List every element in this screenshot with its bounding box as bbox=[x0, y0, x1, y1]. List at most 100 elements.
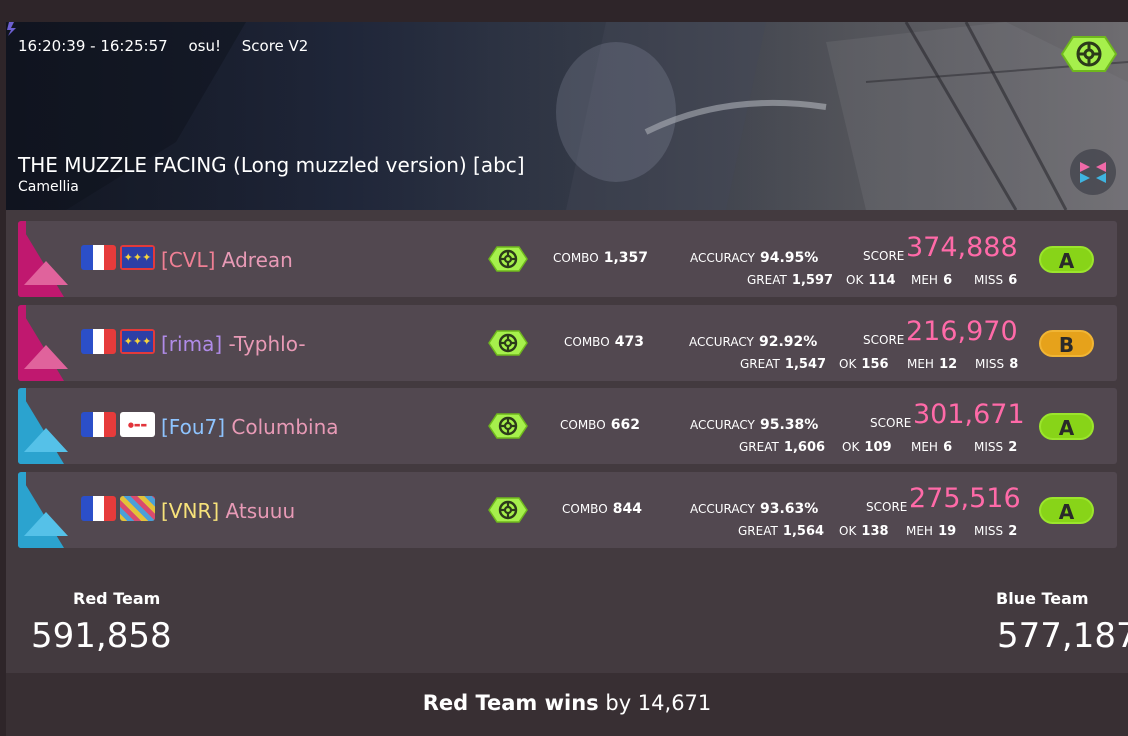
team-triangle-icon bbox=[18, 472, 68, 548]
meh-value: 6 bbox=[943, 273, 953, 288]
ok-stat: OK 138 bbox=[839, 524, 889, 539]
meh-stat: MEH 6 bbox=[911, 440, 953, 455]
no-fail-mod-icon bbox=[488, 246, 528, 272]
red-team-label: Red Team bbox=[73, 589, 161, 608]
winner-text: Red Team wins bbox=[422, 691, 599, 715]
miss-stat: MISS 8 bbox=[975, 357, 1019, 372]
ok-value: 138 bbox=[861, 524, 889, 539]
great-stat: GREAT 1,606 bbox=[739, 440, 826, 455]
team-flag-icon: ✦✦✦ bbox=[120, 329, 155, 354]
miss-value: 8 bbox=[1009, 357, 1019, 372]
score-label: SCORE bbox=[866, 500, 908, 514]
score-value: 275,516 bbox=[909, 483, 1021, 514]
great-value: 1,564 bbox=[782, 524, 825, 539]
france-flag-icon bbox=[81, 245, 116, 270]
corner-lightning-icon bbox=[7, 22, 16, 36]
combo-value: 473 bbox=[614, 334, 644, 350]
great-stat: GREAT 1,564 bbox=[738, 524, 825, 539]
player-team-tag: [CVL] bbox=[161, 248, 216, 272]
blue-team-score: 577,187 bbox=[997, 616, 1128, 656]
ok-stat: OK 114 bbox=[846, 273, 896, 288]
great-stat: GREAT 1,597 bbox=[747, 273, 834, 288]
song-artist: Camellia bbox=[18, 179, 79, 195]
ok-stat: OK 109 bbox=[842, 440, 892, 455]
win-margin-text: by 14,671 bbox=[605, 691, 712, 715]
great-value: 1,597 bbox=[791, 273, 834, 288]
france-flag-icon bbox=[81, 496, 116, 521]
score-label: SCORE bbox=[863, 249, 905, 263]
player-team-tag: [Fou7] bbox=[161, 415, 226, 439]
combo-value: 1,357 bbox=[603, 250, 649, 266]
player-row: ✦✦✦ [rima] -Typhlo- COMBO 473 ACCURACY 92.9… bbox=[18, 305, 1117, 381]
player-team-tag: [VNR] bbox=[161, 499, 220, 523]
red-team-score: 591,858 bbox=[31, 616, 172, 656]
no-fail-mod-icon bbox=[1061, 36, 1117, 72]
team-flag-icon bbox=[120, 496, 155, 521]
ok-value: 114 bbox=[868, 273, 896, 288]
combo-value: 844 bbox=[612, 501, 642, 517]
great-value: 1,606 bbox=[783, 440, 826, 455]
grade-badge: B bbox=[1039, 330, 1094, 357]
combo-stat: COMBO 662 bbox=[560, 417, 640, 433]
france-flag-icon bbox=[81, 412, 116, 437]
grade-badge: A bbox=[1039, 246, 1094, 273]
combo-stat: COMBO 1,357 bbox=[553, 250, 649, 266]
accuracy-value: 92.92% bbox=[758, 334, 818, 350]
miss-stat: MISS 6 bbox=[974, 273, 1018, 288]
no-fail-mod-icon bbox=[488, 330, 528, 356]
great-stat: GREAT 1,547 bbox=[740, 357, 827, 372]
combo-value: 662 bbox=[610, 417, 640, 433]
score-label: SCORE bbox=[870, 416, 912, 430]
beatmap-banner: 16:20:39 - 16:25:57 osu! Score V2 THE MU… bbox=[6, 22, 1128, 210]
player-team-tag: [rima] bbox=[161, 332, 223, 356]
match-result-footer: Red Team wins by 14,671 bbox=[6, 673, 1128, 736]
score-label: SCORE bbox=[863, 333, 905, 347]
france-flag-icon bbox=[81, 329, 116, 354]
miss-stat: MISS 2 bbox=[974, 440, 1018, 455]
team-triangle-icon bbox=[18, 221, 68, 297]
team-flag-icon: ●▬▬ bbox=[120, 412, 155, 437]
score-value: 216,970 bbox=[906, 316, 1018, 347]
team-triangle-icon bbox=[18, 305, 68, 381]
match-result-panel: 16:20:39 - 16:25:57 osu! Score V2 THE MU… bbox=[6, 22, 1128, 736]
player-row: ✦✦✦ [CVL] Adrean COMBO 1,357 ACCURACY 94.95… bbox=[18, 221, 1117, 297]
match-time-range: 16:20:39 - 16:25:57 bbox=[18, 37, 168, 55]
meh-value: 6 bbox=[943, 440, 953, 455]
player-name[interactable]: [rima] -Typhlo- bbox=[161, 332, 306, 356]
blue-team-label: Blue Team bbox=[996, 589, 1089, 608]
grade-badge: A bbox=[1039, 497, 1094, 524]
combo-stat: COMBO 844 bbox=[562, 501, 642, 517]
accuracy-stat: ACCURACY 95.38% bbox=[690, 417, 819, 433]
scoring-type-label: Score V2 bbox=[241, 37, 309, 55]
team-vs-icon bbox=[1070, 149, 1116, 195]
player-name[interactable]: [VNR] Atsuuu bbox=[161, 499, 295, 523]
no-fail-mod-icon bbox=[488, 413, 528, 439]
combo-stat: COMBO 473 bbox=[564, 334, 644, 350]
player-row: [VNR] Atsuuu COMBO 844 ACCURACY 93.63% SCOR… bbox=[18, 472, 1117, 548]
player-username: -Typhlo- bbox=[228, 332, 306, 356]
team-triangle-icon bbox=[18, 388, 68, 464]
miss-value: 2 bbox=[1008, 440, 1018, 455]
player-username: Atsuuu bbox=[225, 499, 296, 523]
accuracy-value: 93.63% bbox=[759, 501, 819, 517]
miss-value: 2 bbox=[1008, 524, 1018, 539]
ok-value: 109 bbox=[864, 440, 892, 455]
ok-value: 156 bbox=[861, 357, 889, 372]
great-value: 1,547 bbox=[784, 357, 827, 372]
no-fail-mod-icon bbox=[488, 497, 528, 523]
score-value: 301,671 bbox=[913, 399, 1025, 430]
meh-value: 12 bbox=[939, 357, 958, 372]
player-name[interactable]: [Fou7] Columbina bbox=[161, 415, 339, 439]
accuracy-stat: ACCURACY 94.95% bbox=[690, 250, 819, 266]
score-value: 374,888 bbox=[906, 232, 1018, 263]
player-username: Adrean bbox=[221, 248, 293, 272]
song-title: THE MUZZLE FACING (Long muzzled version)… bbox=[18, 153, 525, 177]
meh-stat: MEH 6 bbox=[911, 273, 953, 288]
miss-value: 6 bbox=[1008, 273, 1018, 288]
accuracy-stat: ACCURACY 93.63% bbox=[690, 501, 819, 517]
player-username: Columbina bbox=[231, 415, 339, 439]
game-mode-label: osu! bbox=[188, 37, 221, 55]
team-flag-icon: ✦✦✦ bbox=[120, 245, 155, 270]
player-name[interactable]: [CVL] Adrean bbox=[161, 248, 293, 272]
meh-stat: MEH 12 bbox=[907, 357, 958, 372]
